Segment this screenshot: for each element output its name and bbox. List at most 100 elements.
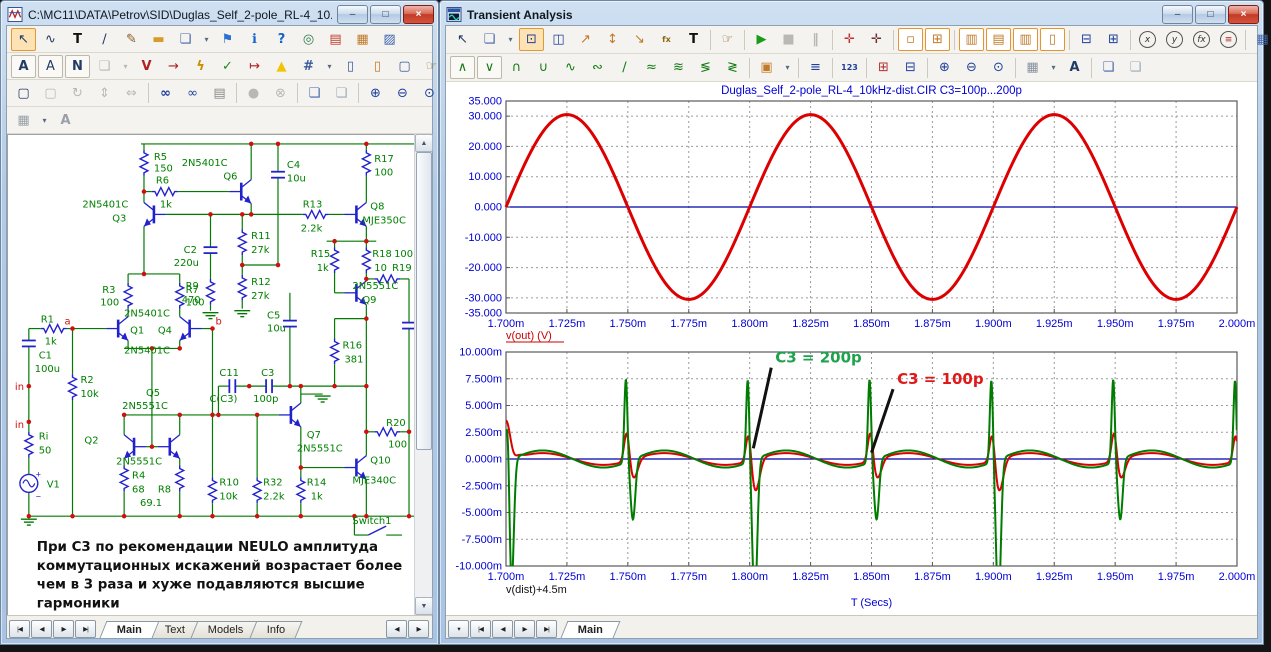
cursor-high-icon[interactable]: ∩ xyxy=(504,56,529,79)
flag-icon[interactable]: ⚑ xyxy=(215,28,240,51)
node-names-icon[interactable]: A xyxy=(11,55,36,78)
node-wave-icon[interactable]: A xyxy=(38,55,63,78)
model-doc-icon[interactable]: ▤ xyxy=(323,28,348,51)
cursor-wave2-icon[interactable]: ∾ xyxy=(585,56,610,79)
cursor-branch2-icon[interactable]: ≷ xyxy=(720,56,745,79)
tokens-icon[interactable]: ⊞ xyxy=(925,28,950,51)
condition-marker-icon[interactable]: ✓ xyxy=(215,55,240,78)
cursor-track-icon[interactable]: ✛ xyxy=(864,28,889,51)
help-icon[interactable]: ? xyxy=(269,28,294,51)
flip-h-icon[interactable]: ⇔ xyxy=(119,82,144,105)
clipboard-icon[interactable]: ▣ xyxy=(754,56,779,79)
schematic-hscroll-nav-icon[interactable]: ▶ xyxy=(408,620,429,638)
clipboard-dropdown-icon[interactable]: ▾ xyxy=(781,56,794,79)
region-icon[interactable]: ▢ xyxy=(392,55,417,78)
schematic-nav-icon[interactable]: ▶| xyxy=(75,620,96,638)
schematic-tab-info[interactable]: Info xyxy=(249,621,302,638)
scale-y-icon[interactable]: ↕ xyxy=(600,28,625,51)
analysis-nav-icon[interactable]: ◀ xyxy=(492,620,513,638)
shapes-dropdown-icon[interactable]: ▾ xyxy=(200,28,213,51)
scale-diag-icon[interactable]: ↗ xyxy=(573,28,598,51)
fx-range-icon[interactable]: fx xyxy=(1189,28,1214,51)
text-page-icon[interactable]: ▯ xyxy=(365,55,390,78)
grid-style-icon[interactable]: ▦ xyxy=(1020,56,1045,79)
cursor-peak-icon[interactable]: ∧ xyxy=(450,56,475,79)
shapes-icon[interactable]: ❏ xyxy=(477,28,502,51)
zoom-select-icon[interactable]: ⊡ xyxy=(519,28,544,51)
graph-window-icon[interactable]: ◫ xyxy=(546,28,571,51)
horizontal-tag-icon[interactable]: ⊟ xyxy=(1074,28,1099,51)
flip-v-icon[interactable]: ⇕ xyxy=(92,82,117,105)
schematic-tab-main[interactable]: Main xyxy=(100,621,160,638)
scroll-thumb[interactable] xyxy=(416,152,432,450)
send-back-icon[interactable]: ❏ xyxy=(329,82,354,105)
schematic-hscroll-nav-icon[interactable]: ◀ xyxy=(386,620,407,638)
grid-style-dropdown-icon[interactable]: ▾ xyxy=(1047,56,1060,79)
run-icon[interactable]: ▶ xyxy=(749,28,774,51)
close-button-icon[interactable]: × xyxy=(1228,5,1259,24)
scroll-up-icon[interactable]: ▲ xyxy=(415,134,433,152)
zoom-in-icon[interactable]: ⊕ xyxy=(932,56,957,79)
cursor-mode-icon[interactable]: ✛ xyxy=(837,28,862,51)
bring-front-icon[interactable]: ❏ xyxy=(1096,56,1121,79)
shape-tool-icon[interactable]: ▢ xyxy=(38,82,63,105)
schematic-titlebar[interactable]: C:\MC11\DATA\Petrov\SID\Duglas_Self_2-po… xyxy=(1,1,438,26)
zoom-100-icon[interactable]: ⊙ xyxy=(986,56,1011,79)
shapes-dropdown-icon[interactable]: ▾ xyxy=(504,28,517,51)
find-next-icon[interactable]: ∞ xyxy=(180,82,205,105)
panel-single-icon[interactable]: ▯ xyxy=(1040,28,1065,51)
y-range-icon[interactable]: y xyxy=(1162,28,1187,51)
select-area-icon[interactable]: ▢ xyxy=(11,82,36,105)
restore-button-icon[interactable]: □ xyxy=(1195,5,1226,24)
rotate-icon[interactable]: ↻ xyxy=(65,82,90,105)
close-button-icon[interactable]: × xyxy=(403,5,434,24)
scroll-down-icon[interactable]: ▼ xyxy=(415,597,433,615)
text-list-icon[interactable]: ≡ xyxy=(803,56,828,79)
ruler-icon[interactable]: ≡ xyxy=(1216,28,1241,51)
cursor-scale-icon[interactable]: ⊟ xyxy=(898,56,923,79)
stop-gray-icon[interactable]: ● xyxy=(241,82,266,105)
power-marker-icon[interactable]: ϟ xyxy=(188,55,213,78)
schematic-nav-icon[interactable]: |◀ xyxy=(9,620,30,638)
notes-icon[interactable]: ▤ xyxy=(207,82,232,105)
analysis-tab-main[interactable]: Main xyxy=(561,621,621,638)
stop-icon[interactable]: ■ xyxy=(776,28,801,51)
web-icon[interactable]: ◎ xyxy=(296,28,321,51)
grid-style-dropdown-icon[interactable]: ▾ xyxy=(38,109,51,132)
minimize-button-icon[interactable]: ‒ xyxy=(1162,5,1193,24)
cursor-valley-icon[interactable]: ∨ xyxy=(477,56,502,79)
copy-icon[interactable]: ❏ xyxy=(92,55,117,78)
analysis-nav-icon[interactable]: ▶| xyxy=(536,620,557,638)
select-icon[interactable]: ↖ xyxy=(11,28,36,51)
schematic-nav-icon[interactable]: ◀ xyxy=(31,620,52,638)
fx-icon[interactable]: fx xyxy=(654,28,679,51)
info-icon[interactable]: ℹ xyxy=(242,28,267,51)
scale-x-icon[interactable]: ↘ xyxy=(627,28,652,51)
text-mode-icon[interactable]: T xyxy=(681,28,706,51)
numeric-format-icon[interactable]: 123 xyxy=(837,56,862,79)
voltage-marker-icon[interactable]: V xyxy=(134,55,159,78)
send-back-icon[interactable]: ❏ xyxy=(1123,56,1148,79)
zoom-out-icon[interactable]: ⊖ xyxy=(390,82,415,105)
schematic-nav-icon[interactable]: ▶ xyxy=(53,620,74,638)
cursor-branch-icon[interactable]: ≶ xyxy=(693,56,718,79)
vertical-tag-icon[interactable]: ⊞ xyxy=(1101,28,1126,51)
minimize-button-icon[interactable]: ‒ xyxy=(337,5,368,24)
cursor-inflection-icon[interactable]: ≈ xyxy=(639,56,664,79)
grid-dropdown-icon[interactable]: ▾ xyxy=(323,55,336,78)
page-icon[interactable]: ▯ xyxy=(338,55,363,78)
pen-mode-icon[interactable]: ✎ xyxy=(119,28,144,51)
grid-icon[interactable]: # xyxy=(296,55,321,78)
text-mode-icon[interactable]: T xyxy=(65,28,90,51)
cursor-slope-icon[interactable]: ∕ xyxy=(612,56,637,79)
find-icon[interactable]: ∞ xyxy=(153,82,178,105)
font-icon[interactable]: A xyxy=(53,109,78,132)
pin-marker-icon[interactable]: ↦ xyxy=(242,55,267,78)
analysis-nav-icon[interactable]: ▾ xyxy=(448,620,469,638)
analysis-nav-icon[interactable]: ▶ xyxy=(514,620,535,638)
restore-button-icon[interactable]: □ xyxy=(370,5,401,24)
zoom-out-icon[interactable]: ⊖ xyxy=(959,56,984,79)
panel-normal-icon[interactable]: ▥ xyxy=(959,28,984,51)
scale-limits-icon[interactable]: ⊞ xyxy=(871,56,896,79)
current-marker-icon[interactable]: → xyxy=(161,55,186,78)
